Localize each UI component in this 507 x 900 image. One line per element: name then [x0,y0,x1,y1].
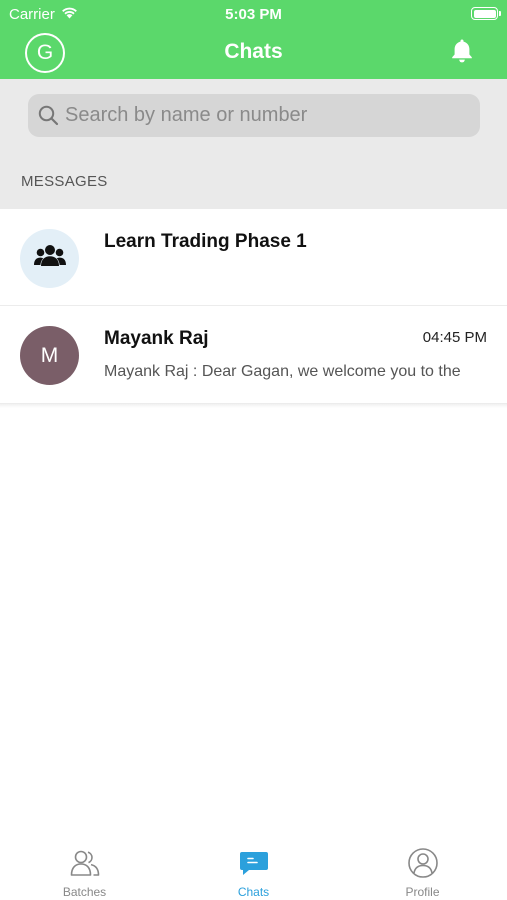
chat-icon [238,847,270,879]
bell-icon [450,38,474,69]
chat-row-mayank-raj[interactable]: M Mayank Raj 04:45 PM Mayank Raj : Dear … [0,306,507,404]
chat-row-learn-trading[interactable]: Learn Trading Phase 1 [0,209,507,306]
tab-bar: Batches Chats Profile [0,833,507,900]
chat-time: 04:45 PM [422,329,487,346]
battery-level [473,9,496,18]
group-icon [33,243,66,274]
profile-icon [407,847,439,879]
section-label: MESSAGES [21,173,108,190]
chat-list: Learn Trading Phase 1 M Mayank Raj 04:45… [0,209,507,408]
batches-icon [69,847,101,879]
tab-label: Profile [405,885,440,899]
app-header: Carrier 5:03 PM G Chats [0,0,507,79]
notifications-button[interactable] [447,38,477,68]
search-icon [36,104,60,128]
page-title: Chats [224,40,283,63]
group-avatar [20,229,79,288]
tab-label: Batches [62,885,107,899]
search-bar[interactable] [28,94,480,137]
status-bar: Carrier 5:03 PM [0,0,507,28]
navigation-bar: G Chats [0,28,507,79]
contact-avatar: M [20,326,79,385]
chat-preview: Mayank Raj : Dear Gagan, we welcome you … [104,363,461,380]
tab-label: Chats [237,885,270,899]
search-section: MESSAGES [0,79,507,209]
chat-name: Learn Trading Phase 1 [104,231,307,252]
search-input[interactable] [65,104,480,127]
tab-batches[interactable]: Batches [0,833,169,900]
list-divider [0,404,507,408]
tab-chats[interactable]: Chats [169,833,338,900]
tab-profile[interactable]: Profile [338,833,507,900]
battery-icon [471,7,501,20]
status-time: 5:03 PM [225,6,282,23]
chat-name: Mayank Raj [104,328,209,349]
